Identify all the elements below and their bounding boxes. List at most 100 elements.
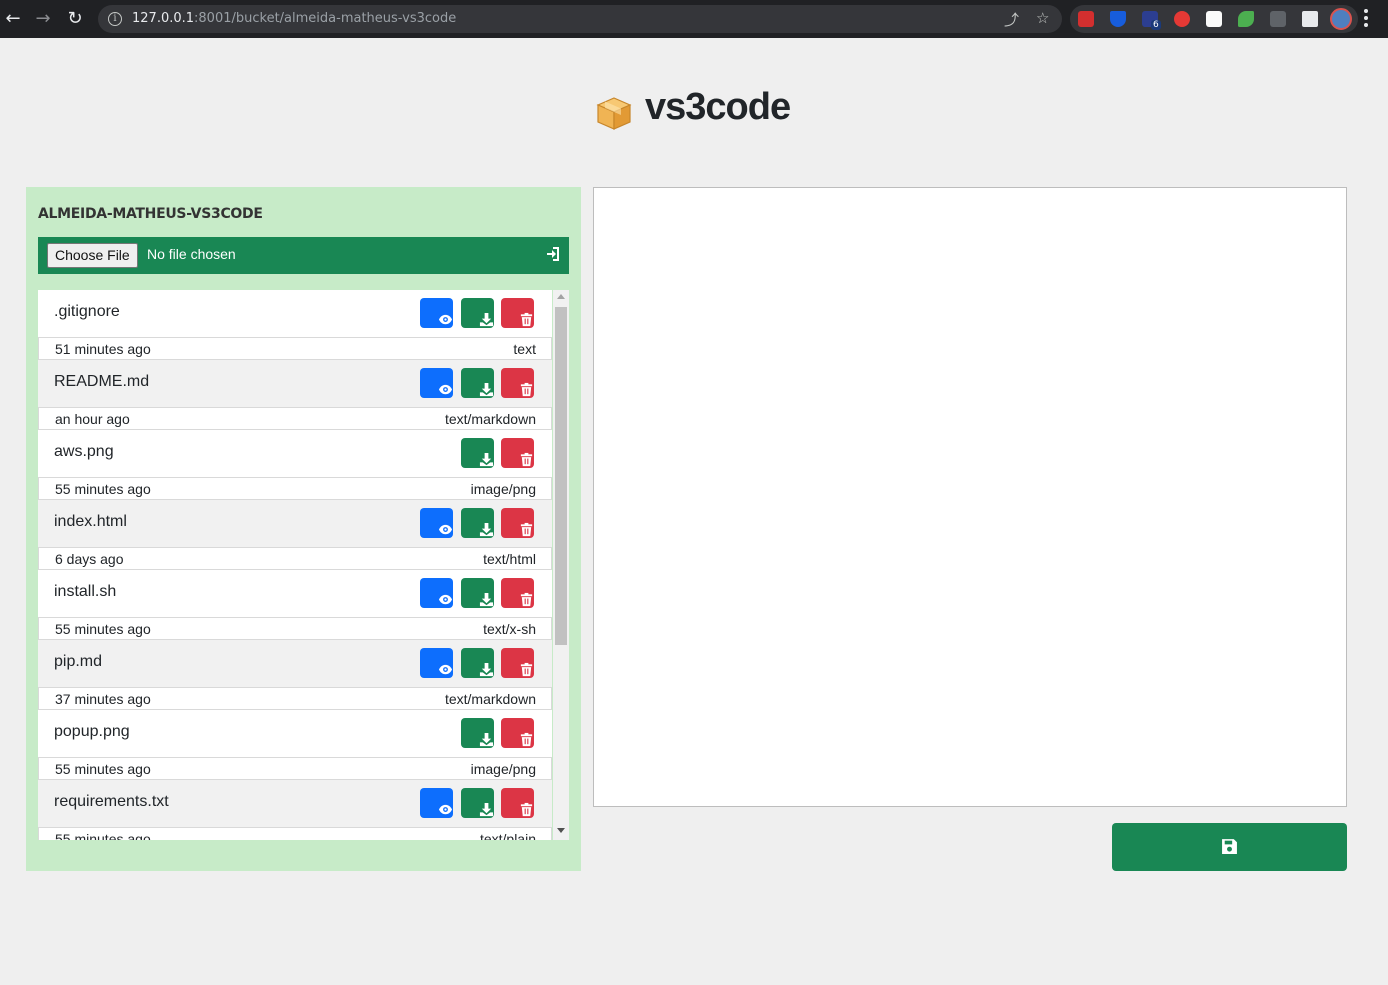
upload-submit-icon[interactable] <box>545 246 561 262</box>
file-meta-row: 55 minutes ago image/png <box>38 757 552 780</box>
file-mime-type: text/x-sh <box>483 621 536 637</box>
code-editor[interactable] <box>593 187 1347 807</box>
extension-badge-icon[interactable]: 6 <box>1142 11 1161 30</box>
site-title: vs3code <box>645 86 791 128</box>
view-file-button[interactable] <box>420 788 453 818</box>
file-list-item[interactable]: requirements.txt 55 minutes ago text/plain <box>38 780 552 840</box>
file-meta-row: 37 minutes ago text/markdown <box>38 687 552 710</box>
bucket-name: ALMEIDA-MATHEUS-VS3CODE <box>38 206 263 222</box>
bucket-panel: ALMEIDA-MATHEUS-VS3CODE Choose File No f… <box>26 187 581 871</box>
scroll-down-arrow-icon[interactable] <box>557 828 565 833</box>
file-modified-time: 55 minutes ago <box>55 621 151 637</box>
file-mime-type: image/png <box>470 761 536 777</box>
file-name[interactable]: requirements.txt <box>54 793 169 811</box>
file-name[interactable]: aws.png <box>54 443 114 461</box>
forward-icon[interactable]: → <box>32 8 54 30</box>
profile-avatar[interactable] <box>1330 8 1352 30</box>
download-file-button[interactable] <box>461 788 494 818</box>
file-list-item[interactable]: popup.png 55 minutes ago image/png <box>38 710 552 780</box>
file-name[interactable]: install.sh <box>54 583 116 601</box>
download-file-button[interactable] <box>461 368 494 398</box>
file-modified-time: 55 minutes ago <box>55 481 151 497</box>
file-mime-type: text/markdown <box>444 691 536 707</box>
pen-extension-icon[interactable] <box>1270 11 1286 27</box>
download-file-button[interactable] <box>461 298 494 328</box>
notion-extension-icon[interactable] <box>1206 11 1222 27</box>
file-row-header: aws.png <box>38 430 552 477</box>
url-path: :8001/bucket/almeida-matheus-vs3code <box>194 11 457 26</box>
download-file-button[interactable] <box>461 508 494 538</box>
choose-file-button[interactable]: Choose File <box>47 243 138 268</box>
file-row-header: index.html <box>38 500 552 547</box>
file-modified-time: 51 minutes ago <box>55 341 151 357</box>
delete-file-button[interactable] <box>501 368 534 398</box>
file-name[interactable]: .gitignore <box>54 303 120 321</box>
url-host: 127.0.0.1 <box>132 11 195 26</box>
file-row-header: popup.png <box>38 710 552 757</box>
back-icon[interactable]: ← <box>2 8 24 30</box>
file-meta-row: 6 days ago text/html <box>38 547 552 570</box>
reload-icon[interactable]: ↻ <box>64 8 86 30</box>
delete-file-button[interactable] <box>501 298 534 328</box>
file-meta-row: 55 minutes ago image/png <box>38 477 552 500</box>
view-file-button[interactable] <box>420 368 453 398</box>
download-file-button[interactable] <box>461 438 494 468</box>
file-row-header: pip.md <box>38 640 552 687</box>
file-meta-row: 55 minutes ago text/x-sh <box>38 617 552 640</box>
bitwarden-extension-icon[interactable] <box>1110 11 1126 27</box>
address-bar[interactable]: i 127.0.0.1:8001/bucket/almeida-matheus-… <box>98 5 1062 33</box>
save-button[interactable] <box>1112 823 1347 871</box>
scroll-thumb[interactable] <box>555 307 567 645</box>
file-list-scrollbar[interactable] <box>553 290 569 840</box>
file-list[interactable]: .gitignore 51 minutes ago text README.md an … <box>38 290 569 840</box>
download-file-button[interactable] <box>461 648 494 678</box>
file-upload-bar: Choose File No file chosen <box>38 237 569 274</box>
file-list-item[interactable]: aws.png 55 minutes ago image/png <box>38 430 552 500</box>
file-list-item[interactable]: README.md an hour ago text/markdown <box>38 360 552 430</box>
blocker-extension-icon[interactable] <box>1174 11 1190 27</box>
lastpass-extension-icon[interactable] <box>1078 11 1094 27</box>
file-modified-time: 6 days ago <box>55 551 124 567</box>
scroll-up-arrow-icon[interactable] <box>557 294 565 299</box>
delete-file-button[interactable] <box>501 648 534 678</box>
file-modified-time: 55 minutes ago <box>55 761 151 777</box>
file-name[interactable]: pip.md <box>54 653 102 671</box>
cube-box-icon <box>596 97 632 130</box>
file-name[interactable]: popup.png <box>54 723 130 741</box>
no-file-label: No file chosen <box>147 246 236 262</box>
file-list-item[interactable]: index.html 6 days ago text/html <box>38 500 552 570</box>
download-file-button[interactable] <box>461 718 494 748</box>
file-list-item[interactable]: .gitignore 51 minutes ago text <box>38 290 552 360</box>
file-row-header: README.md <box>38 360 552 407</box>
view-file-button[interactable] <box>420 298 453 328</box>
delete-file-button[interactable] <box>501 718 534 748</box>
file-mime-type: text/markdown <box>444 411 536 427</box>
file-row-header: install.sh <box>38 570 552 617</box>
site-info-icon[interactable]: i <box>108 12 122 26</box>
file-name[interactable]: README.md <box>54 373 149 391</box>
view-file-button[interactable] <box>420 578 453 608</box>
share-icon[interactable]: ⤴ <box>1004 9 1019 30</box>
file-list-item[interactable]: pip.md 37 minutes ago text/markdown <box>38 640 552 710</box>
delete-file-button[interactable] <box>501 438 534 468</box>
delete-file-button[interactable] <box>501 788 534 818</box>
file-list-item[interactable]: install.sh 55 minutes ago text/x-sh <box>38 570 552 640</box>
view-file-button[interactable] <box>420 648 453 678</box>
bookmark-star-icon[interactable]: ☆ <box>1036 9 1049 27</box>
url-text: 127.0.0.1:8001/bucket/almeida-matheus-vs… <box>132 11 456 26</box>
puzzle-extensions-icon[interactable] <box>1302 11 1318 27</box>
file-meta-row: 51 minutes ago text <box>38 337 552 360</box>
leaf-extension-icon[interactable] <box>1238 11 1254 27</box>
save-floppy-icon <box>1222 839 1237 854</box>
file-name[interactable]: index.html <box>54 513 127 531</box>
view-file-button[interactable] <box>420 508 453 538</box>
delete-file-button[interactable] <box>501 508 534 538</box>
download-file-button[interactable] <box>461 578 494 608</box>
browser-menu-icon[interactable] <box>1364 9 1368 29</box>
file-mime-type: image/png <box>470 481 536 497</box>
file-row-header: requirements.txt <box>38 780 552 827</box>
file-modified-time: 55 minutes ago <box>55 831 151 840</box>
extension-badge-count: 6 <box>1151 20 1161 30</box>
file-meta-row: an hour ago text/markdown <box>38 407 552 430</box>
delete-file-button[interactable] <box>501 578 534 608</box>
